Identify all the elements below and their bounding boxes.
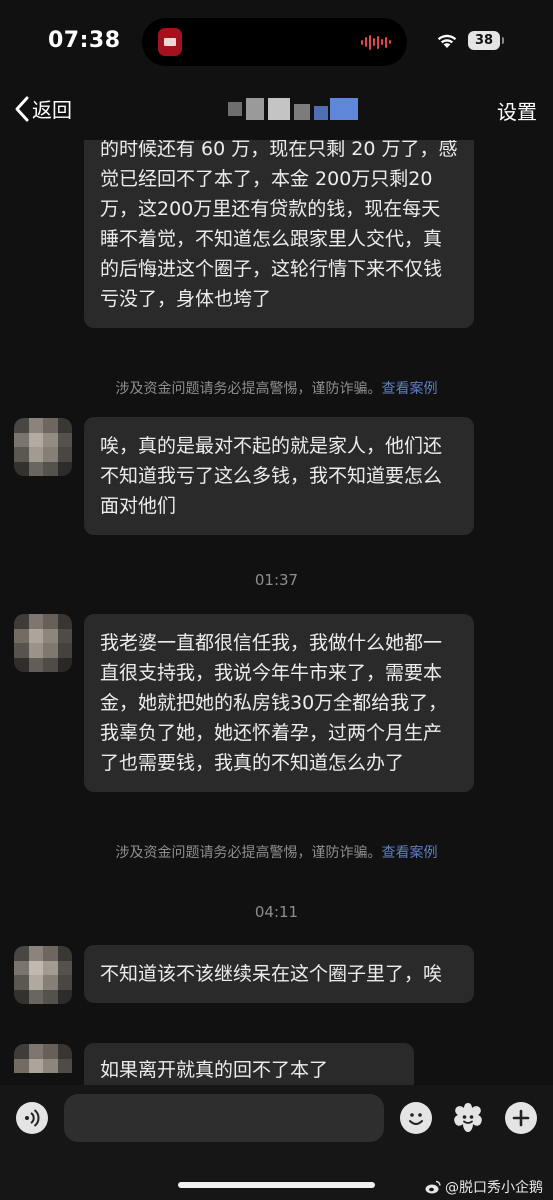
avatar[interactable] [14,1044,72,1085]
message-text: 我老婆一直都很信任我，我做什么她都一直很支持我，我说今年牛市来了，需要本金，她就… [100,632,448,774]
sticker-icon[interactable] [450,1100,486,1136]
message-text: 如果离开就真的回不了本了 [100,1059,329,1081]
settings-button[interactable]: 设置 [497,96,537,125]
view-cases-link[interactable]: 查看案例 [382,845,438,861]
battery-indicator: 38 [468,31,504,50]
input-bar: @脱口秀小企鹅 [0,1085,553,1200]
back-button[interactable]: 返回 [14,94,72,123]
warning-text: 涉及资金问题请务必提高警惕，谨防诈骗。 [115,381,382,397]
message-timestamp: 04:11 [254,903,299,921]
weibo-icon [425,1180,441,1194]
message-text: 唉，真的是最对不起的就是家人，他们还不知道我亏了这么多钱，我不知道要怎么面对他们 [100,435,443,517]
security-warning: 涉及资金问题请务必提高警惕，谨防诈骗。查看案例 [0,842,553,862]
voice-icon [25,1109,40,1127]
message-bubble[interactable]: 唉，真的是最对不起的就是家人，他们还不知道我亏了这么多钱，我不知道要怎么面对他们 [84,417,474,535]
watermark-text: @脱口秀小企鹅 [445,1180,543,1196]
message-bubble[interactable]: 我老婆一直都很信任我，我做什么她都一直很支持我，我说今年牛市来了，需要本金，她就… [84,614,474,792]
status-bar: 07:38 38 [0,0,553,80]
emoji-button[interactable] [400,1102,432,1134]
chat-messages[interactable]: 的时候还有 60 万，现在只剩 20 万了，感觉已经回不了本了，本金 200万只… [0,80,553,1085]
message-bubble[interactable]: 如果离开就真的回不了本了 [84,1043,414,1085]
watermark: @脱口秀小企鹅 [425,1177,543,1197]
voice-button[interactable] [16,1102,48,1134]
emoji-icon [409,1113,423,1125]
contact-name-censored [228,98,374,120]
live-activity-app-icon [158,28,182,56]
dynamic-island [142,18,407,66]
status-time: 07:38 [48,28,121,53]
avatar[interactable] [14,946,72,1004]
audio-wave-icon [361,33,391,51]
wifi-icon [437,34,457,48]
message-bubble[interactable]: 的时候还有 60 万，现在只剩 20 万了，感觉已经回不了本了，本金 200万只… [84,120,474,328]
view-cases-link[interactable]: 查看案例 [382,381,438,397]
chevron-left-icon [15,96,29,121]
plus-icon [512,1109,530,1127]
chat-header: 返回 设置 [0,80,553,140]
avatar[interactable] [14,614,72,672]
security-warning: 涉及资金问题请务必提高警惕，谨防诈骗。查看案例 [0,378,553,398]
message-input[interactable] [64,1094,384,1142]
warning-text: 涉及资金问题请务必提高警惕，谨防诈骗。 [115,845,382,861]
avatar[interactable] [14,418,72,476]
add-button[interactable] [505,1102,537,1134]
message-text: 的时候还有 60 万，现在只剩 20 万了，感觉已经回不了本了，本金 200万只… [100,138,458,310]
home-indicator [178,1182,375,1188]
message-timestamp: 01:37 [254,571,299,589]
back-label: 返回 [32,98,72,122]
message-text: 不知道该不该继续呆在这个圈子里了，唉 [100,963,443,985]
message-bubble[interactable]: 不知道该不该继续呆在这个圈子里了，唉 [84,945,474,1003]
